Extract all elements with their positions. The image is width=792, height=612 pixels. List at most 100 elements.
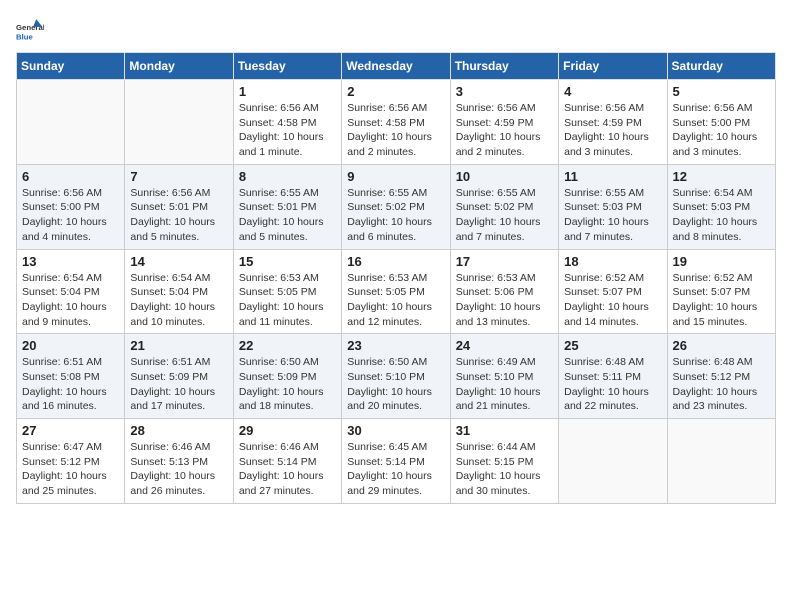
calendar-cell: 31 Sunrise: 6:44 AM Sunset: 5:15 PM Dayli… bbox=[450, 419, 558, 504]
page-header: General Blue bbox=[16, 16, 776, 44]
calendar-cell: 5Sunrise: 6:56 AM Sunset: 5:00 PM Daylig… bbox=[667, 80, 775, 165]
day-info: Sunrise: 6:47 AM Sunset: 5:12 PM Dayligh… bbox=[22, 440, 119, 499]
day-number: 24 bbox=[456, 338, 553, 353]
calendar-cell: 7Sunrise: 6:56 AM Sunset: 5:01 PM Daylig… bbox=[125, 164, 233, 249]
day-info: Sunrise: 6:55 AM Sunset: 5:02 PM Dayligh… bbox=[347, 186, 444, 245]
calendar-cell: 11 Sunrise: 6:55 AM Sunset: 5:03 PM Dayli… bbox=[559, 164, 667, 249]
calendar-cell: 18 Sunrise: 6:52 AM Sunset: 5:07 PM Dayli… bbox=[559, 249, 667, 334]
calendar-cell: 17Sunrise: 6:53 AM Sunset: 5:06 PM Dayli… bbox=[450, 249, 558, 334]
calendar-cell: 14 Sunrise: 6:54 AM Sunset: 5:04 PM Dayli… bbox=[125, 249, 233, 334]
calendar-cell: 1 Sunrise: 6:56 AM Sunset: 4:58 PM Daylig… bbox=[233, 80, 341, 165]
column-header-wednesday: Wednesday bbox=[342, 53, 450, 80]
day-info: Sunrise: 6:46 AM Sunset: 5:13 PM Dayligh… bbox=[130, 440, 227, 499]
day-number: 26 bbox=[673, 338, 770, 353]
day-number: 21 bbox=[130, 338, 227, 353]
column-header-friday: Friday bbox=[559, 53, 667, 80]
column-header-tuesday: Tuesday bbox=[233, 53, 341, 80]
day-number: 4 bbox=[564, 84, 661, 99]
day-info: Sunrise: 6:56 AM Sunset: 4:58 PM Dayligh… bbox=[347, 101, 444, 160]
day-number: 29 bbox=[239, 423, 336, 438]
calendar-cell: 22Sunrise: 6:50 AM Sunset: 5:09 PM Dayli… bbox=[233, 334, 341, 419]
day-number: 10 bbox=[456, 169, 553, 184]
calendar-cell: 25 Sunrise: 6:48 AM Sunset: 5:11 PM Dayli… bbox=[559, 334, 667, 419]
calendar-cell bbox=[559, 419, 667, 504]
calendar-week-row: 13Sunrise: 6:54 AM Sunset: 5:04 PM Dayli… bbox=[17, 249, 776, 334]
calendar-cell: 16 Sunrise: 6:53 AM Sunset: 5:05 PM Dayli… bbox=[342, 249, 450, 334]
calendar-week-row: 20 Sunrise: 6:51 AM Sunset: 5:08 PM Dayli… bbox=[17, 334, 776, 419]
column-header-saturday: Saturday bbox=[667, 53, 775, 80]
day-number: 11 bbox=[564, 169, 661, 184]
calendar-cell: 13Sunrise: 6:54 AM Sunset: 5:04 PM Dayli… bbox=[17, 249, 125, 334]
logo: General Blue bbox=[16, 16, 48, 44]
day-number: 14 bbox=[130, 254, 227, 269]
day-number: 16 bbox=[347, 254, 444, 269]
calendar-cell: 24 Sunrise: 6:49 AM Sunset: 5:10 PM Dayli… bbox=[450, 334, 558, 419]
day-number: 20 bbox=[22, 338, 119, 353]
calendar-cell: 27 Sunrise: 6:47 AM Sunset: 5:12 PM Dayli… bbox=[17, 419, 125, 504]
calendar-cell: 4 Sunrise: 6:56 AM Sunset: 4:59 PM Daylig… bbox=[559, 80, 667, 165]
calendar-cell: 29 Sunrise: 6:46 AM Sunset: 5:14 PM Dayli… bbox=[233, 419, 341, 504]
day-number: 31 bbox=[456, 423, 553, 438]
calendar-cell: 21 Sunrise: 6:51 AM Sunset: 5:09 PM Dayli… bbox=[125, 334, 233, 419]
calendar-cell: 2 Sunrise: 6:56 AM Sunset: 4:58 PM Daylig… bbox=[342, 80, 450, 165]
day-info: Sunrise: 6:52 AM Sunset: 5:07 PM Dayligh… bbox=[673, 271, 770, 330]
day-info: Sunrise: 6:54 AM Sunset: 5:03 PM Dayligh… bbox=[673, 186, 770, 245]
calendar-table: SundayMondayTuesdayWednesdayThursdayFrid… bbox=[16, 52, 776, 504]
calendar-header-row: SundayMondayTuesdayWednesdayThursdayFrid… bbox=[17, 53, 776, 80]
calendar-cell: 10 Sunrise: 6:55 AM Sunset: 5:02 PM Dayli… bbox=[450, 164, 558, 249]
day-number: 19 bbox=[673, 254, 770, 269]
day-number: 30 bbox=[347, 423, 444, 438]
day-number: 18 bbox=[564, 254, 661, 269]
calendar-cell: 19 Sunrise: 6:52 AM Sunset: 5:07 PM Dayli… bbox=[667, 249, 775, 334]
day-info: Sunrise: 6:56 AM Sunset: 5:01 PM Dayligh… bbox=[130, 186, 227, 245]
calendar-cell: 28Sunrise: 6:46 AM Sunset: 5:13 PM Dayli… bbox=[125, 419, 233, 504]
day-number: 15 bbox=[239, 254, 336, 269]
calendar-cell: 8 Sunrise: 6:55 AM Sunset: 5:01 PM Daylig… bbox=[233, 164, 341, 249]
day-number: 25 bbox=[564, 338, 661, 353]
day-info: Sunrise: 6:48 AM Sunset: 5:11 PM Dayligh… bbox=[564, 355, 661, 414]
calendar-cell: 23 Sunrise: 6:50 AM Sunset: 5:10 PM Dayli… bbox=[342, 334, 450, 419]
calendar-cell: 15Sunrise: 6:53 AM Sunset: 5:05 PM Dayli… bbox=[233, 249, 341, 334]
day-number: 22 bbox=[239, 338, 336, 353]
day-info: Sunrise: 6:51 AM Sunset: 5:08 PM Dayligh… bbox=[22, 355, 119, 414]
day-info: Sunrise: 6:54 AM Sunset: 5:04 PM Dayligh… bbox=[22, 271, 119, 330]
column-header-thursday: Thursday bbox=[450, 53, 558, 80]
column-header-sunday: Sunday bbox=[17, 53, 125, 80]
calendar-cell bbox=[17, 80, 125, 165]
day-info: Sunrise: 6:56 AM Sunset: 5:00 PM Dayligh… bbox=[673, 101, 770, 160]
day-info: Sunrise: 6:45 AM Sunset: 5:14 PM Dayligh… bbox=[347, 440, 444, 499]
day-info: Sunrise: 6:53 AM Sunset: 5:06 PM Dayligh… bbox=[456, 271, 553, 330]
day-info: Sunrise: 6:55 AM Sunset: 5:01 PM Dayligh… bbox=[239, 186, 336, 245]
day-info: Sunrise: 6:49 AM Sunset: 5:10 PM Dayligh… bbox=[456, 355, 553, 414]
calendar-week-row: 1 Sunrise: 6:56 AM Sunset: 4:58 PM Daylig… bbox=[17, 80, 776, 165]
day-info: Sunrise: 6:54 AM Sunset: 5:04 PM Dayligh… bbox=[130, 271, 227, 330]
calendar-cell bbox=[667, 419, 775, 504]
day-number: 1 bbox=[239, 84, 336, 99]
day-info: Sunrise: 6:55 AM Sunset: 5:03 PM Dayligh… bbox=[564, 186, 661, 245]
calendar-week-row: 6 Sunrise: 6:56 AM Sunset: 5:00 PM Daylig… bbox=[17, 164, 776, 249]
day-info: Sunrise: 6:44 AM Sunset: 5:15 PM Dayligh… bbox=[456, 440, 553, 499]
calendar-cell: 30 Sunrise: 6:45 AM Sunset: 5:14 PM Dayli… bbox=[342, 419, 450, 504]
day-number: 8 bbox=[239, 169, 336, 184]
day-info: Sunrise: 6:51 AM Sunset: 5:09 PM Dayligh… bbox=[130, 355, 227, 414]
day-info: Sunrise: 6:55 AM Sunset: 5:02 PM Dayligh… bbox=[456, 186, 553, 245]
day-info: Sunrise: 6:50 AM Sunset: 5:10 PM Dayligh… bbox=[347, 355, 444, 414]
column-header-monday: Monday bbox=[125, 53, 233, 80]
day-info: Sunrise: 6:56 AM Sunset: 5:00 PM Dayligh… bbox=[22, 186, 119, 245]
day-info: Sunrise: 6:53 AM Sunset: 5:05 PM Dayligh… bbox=[347, 271, 444, 330]
day-info: Sunrise: 6:46 AM Sunset: 5:14 PM Dayligh… bbox=[239, 440, 336, 499]
day-info: Sunrise: 6:56 AM Sunset: 4:59 PM Dayligh… bbox=[456, 101, 553, 160]
calendar-cell bbox=[125, 80, 233, 165]
calendar-cell: 20 Sunrise: 6:51 AM Sunset: 5:08 PM Dayli… bbox=[17, 334, 125, 419]
calendar-cell: 26Sunrise: 6:48 AM Sunset: 5:12 PM Dayli… bbox=[667, 334, 775, 419]
day-info: Sunrise: 6:52 AM Sunset: 5:07 PM Dayligh… bbox=[564, 271, 661, 330]
day-number: 12 bbox=[673, 169, 770, 184]
day-number: 23 bbox=[347, 338, 444, 353]
day-number: 27 bbox=[22, 423, 119, 438]
calendar-week-row: 27 Sunrise: 6:47 AM Sunset: 5:12 PM Dayli… bbox=[17, 419, 776, 504]
day-number: 6 bbox=[22, 169, 119, 184]
calendar-cell: 12 Sunrise: 6:54 AM Sunset: 5:03 PM Dayli… bbox=[667, 164, 775, 249]
day-number: 2 bbox=[347, 84, 444, 99]
day-info: Sunrise: 6:56 AM Sunset: 4:59 PM Dayligh… bbox=[564, 101, 661, 160]
day-info: Sunrise: 6:56 AM Sunset: 4:58 PM Dayligh… bbox=[239, 101, 336, 160]
